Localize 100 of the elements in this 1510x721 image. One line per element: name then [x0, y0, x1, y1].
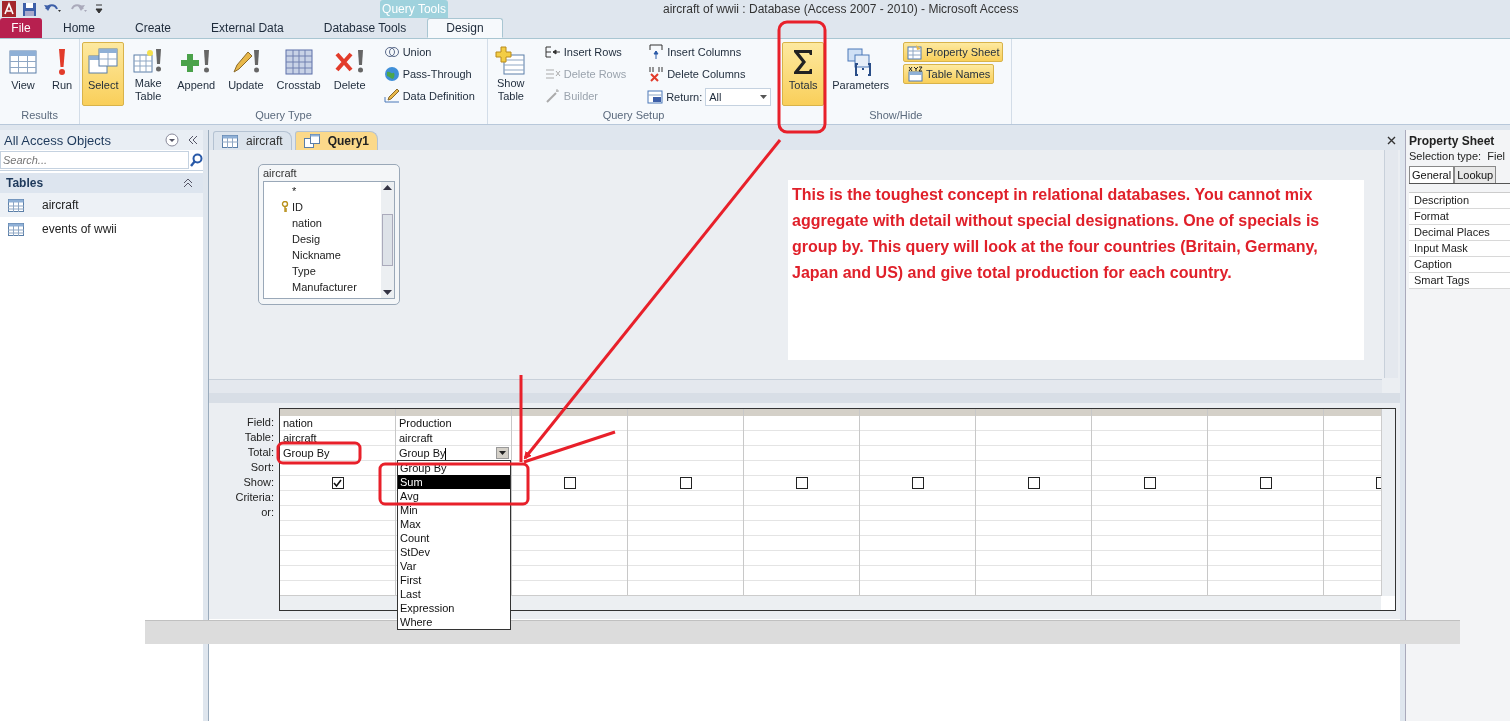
search-icon[interactable] — [189, 153, 203, 167]
field-name[interactable]: ID — [292, 201, 303, 213]
scroll-bar[interactable] — [1384, 150, 1398, 378]
property-name[interactable]: Description — [1409, 193, 1510, 209]
dropdown-option[interactable]: Avg — [398, 489, 510, 503]
checkbox[interactable] — [1143, 477, 1156, 489]
checkbox[interactable] — [563, 477, 576, 489]
dropdown-option[interactable]: Max — [398, 517, 510, 531]
ribbon-tab[interactable]: Home — [44, 18, 114, 38]
ribbon-tab[interactable]: Create — [116, 18, 191, 38]
search-field[interactable]: Search... — [0, 151, 189, 169]
grid-cell[interactable] — [280, 476, 395, 491]
property-name[interactable]: Smart Tags — [1409, 273, 1510, 289]
scroll-bar[interactable] — [381, 182, 394, 298]
grid-cell[interactable] — [1208, 476, 1323, 491]
group-header[interactable]: Tables — [6, 176, 44, 190]
table-field-list[interactable]: aircraft * ID nation Desig Nickname Type Manufacturer — [258, 164, 400, 305]
ribbon-tab[interactable]: File — [0, 18, 42, 38]
dropdown-option[interactable]: Expression — [398, 601, 510, 615]
document-tab[interactable]: Query1 — [294, 131, 379, 150]
collapse-up-icon[interactable] — [183, 178, 193, 188]
dropdown-button[interactable] — [496, 447, 509, 459]
grid-cell[interactable]: aircraft — [396, 431, 511, 446]
grid-cell[interactable] — [860, 476, 975, 491]
ribbon-button[interactable]: Pass-Through — [379, 64, 476, 84]
ribbon-button[interactable]: Run — [47, 42, 78, 106]
grid-cell[interactable]: Group By — [280, 446, 395, 461]
dropdown-option[interactable]: Var — [398, 559, 510, 573]
grid-cell[interactable] — [628, 476, 743, 491]
field-name[interactable]: Desig — [292, 233, 321, 245]
ribbon-button[interactable]: Select — [82, 42, 125, 106]
ribbon-button[interactable]: Insert Columns — [644, 42, 746, 62]
row-label: Sort: — [249, 460, 274, 475]
ribbon-button[interactable]: Update — [223, 42, 269, 106]
return-dropdown[interactable]: All — [705, 88, 772, 106]
dropdown-option[interactable]: Where — [398, 615, 510, 629]
collapse-icon[interactable] — [187, 135, 199, 145]
ribbon-button[interactable]: Totals — [782, 42, 825, 106]
ribbon-button[interactable]: Delete Columns — [644, 64, 750, 84]
field-name[interactable]: Nickname — [292, 249, 341, 261]
field-name[interactable]: Manufacturer — [292, 281, 357, 293]
scroll-bar[interactable] — [209, 379, 1382, 393]
column-selector[interactable] — [512, 409, 627, 416]
ribbon-button[interactable]: View — [2, 42, 44, 106]
dropdown-option[interactable]: First — [398, 573, 510, 587]
customize-toolbar-icon[interactable] — [95, 3, 103, 15]
property-name[interactable]: Caption — [1409, 257, 1510, 273]
grid-cell[interactable]: aircraft — [280, 431, 395, 446]
field-name[interactable]: nation — [292, 217, 322, 229]
grid-cell[interactable] — [512, 476, 627, 491]
document-tab[interactable]: aircraft — [213, 131, 292, 150]
ribbon-button[interactable]: Append — [172, 42, 221, 106]
grid-cell[interactable] — [976, 476, 1091, 491]
checkbox[interactable] — [1027, 477, 1040, 489]
ribbon-button[interactable]: Property Sheet — [903, 42, 1004, 62]
ribbon-button[interactable]: Data Definition — [379, 86, 479, 106]
property-tab[interactable]: Lookup — [1454, 166, 1497, 183]
insert-columns-icon — [648, 44, 665, 60]
grid-cell[interactable]: Production — [396, 416, 511, 431]
field-name[interactable]: Type — [292, 265, 316, 277]
checkbox[interactable] — [1259, 477, 1272, 489]
close-icon[interactable] — [1387, 136, 1396, 145]
grid-icon — [282, 46, 315, 78]
ribbon-button[interactable]: Make Table — [127, 42, 170, 106]
dropdown-option[interactable]: Min — [398, 503, 510, 517]
dropdown-option[interactable]: Sum — [398, 475, 510, 489]
checkbox[interactable] — [795, 477, 808, 489]
property-name[interactable]: Format — [1409, 209, 1510, 225]
ribbon-button[interactable]: Insert Rows — [540, 42, 626, 62]
checkbox[interactable] — [911, 477, 924, 489]
pane-splitter[interactable] — [209, 393, 1400, 403]
ribbon-button[interactable]: Crosstab — [271, 42, 326, 106]
grid-cell[interactable] — [1092, 476, 1207, 491]
field-name[interactable]: * — [292, 185, 297, 197]
checkbox[interactable] — [331, 477, 344, 489]
ribbon-tab[interactable]: External Data — [192, 18, 303, 38]
ribbon-button[interactable]: Union — [379, 42, 436, 62]
property-sheet-icon — [907, 44, 924, 60]
dropdown-circle-icon[interactable] — [165, 133, 179, 147]
property-name[interactable]: Input Mask — [1409, 241, 1510, 257]
navigation-item[interactable]: aircraft — [0, 193, 203, 217]
save-icon[interactable] — [22, 1, 37, 17]
selection-type-label: Selection type: Fiel — [1409, 150, 1506, 162]
ribbon-button[interactable]: Table Names — [903, 64, 995, 84]
grid-cell[interactable] — [744, 476, 859, 491]
ribbon-tab[interactable]: Design — [427, 18, 503, 38]
ribbon-button[interactable]: Show Table — [489, 42, 532, 106]
scroll-bar[interactable] — [1381, 409, 1395, 596]
field-list-title: aircraft — [263, 167, 298, 181]
dropdown-option[interactable]: StDev — [398, 545, 510, 559]
navigation-item[interactable]: events of wwii — [0, 217, 203, 241]
dropdown-option[interactable]: Count — [398, 531, 510, 545]
property-tab[interactable]: General — [1409, 166, 1455, 183]
grid-cell[interactable]: nation — [280, 416, 395, 431]
property-name[interactable]: Decimal Places — [1409, 225, 1510, 241]
ribbon-tab[interactable]: Database Tools — [304, 18, 426, 38]
ribbon-button[interactable]: Parameters — [827, 42, 895, 106]
checkbox[interactable] — [679, 477, 692, 489]
ribbon-button[interactable]: Delete — [328, 42, 371, 106]
dropdown-option[interactable]: Last — [398, 587, 510, 601]
